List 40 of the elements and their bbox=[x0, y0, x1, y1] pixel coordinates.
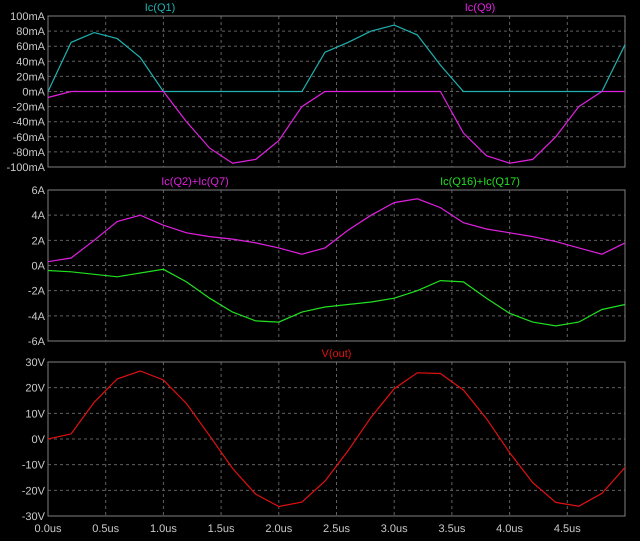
axis-tick-label: 60mA bbox=[16, 41, 45, 54]
axis-tick-label: -40mA bbox=[12, 116, 45, 129]
trace-label[interactable]: Ic(Q1) bbox=[144, 2, 176, 14]
axis-tick-label: 2.5us bbox=[323, 523, 350, 535]
axis-tick-label: -4A bbox=[28, 310, 45, 323]
trace-label[interactable]: Ic(Q16)+Ic(Q17) bbox=[440, 176, 520, 188]
axis-tick-label: -10V bbox=[22, 460, 45, 472]
axis-tick-label: 30V bbox=[25, 357, 45, 369]
axis-tick-label: 0.0us bbox=[34, 523, 62, 535]
axis-tick-label: -60mA bbox=[12, 132, 45, 144]
axis-tick-label: 20mA bbox=[16, 71, 45, 84]
axis-tick-label: 1.0us bbox=[150, 523, 177, 535]
axis-tick-label: 40mA bbox=[16, 56, 45, 68]
axis-tick-label: 3.0us bbox=[380, 523, 408, 535]
axis-tick-label: 6A bbox=[32, 185, 45, 197]
axis-tick-label: 0mA bbox=[22, 86, 45, 98]
axis-tick-label: 2.0us bbox=[265, 523, 292, 535]
axis-tick-label: 4.5us bbox=[554, 523, 581, 535]
axis-tick-label: 0A bbox=[32, 260, 45, 272]
trace-label[interactable]: Ic(Q2)+Ic(Q7) bbox=[161, 176, 229, 188]
axis-tick-label: -6A bbox=[28, 336, 45, 346]
axis-tick-label: 1.5us bbox=[208, 523, 235, 535]
axis-tick-label: -2A bbox=[28, 286, 45, 298]
trace-label[interactable]: Ic(Q9) bbox=[464, 2, 496, 14]
axis-tick-label: -20mA bbox=[12, 102, 45, 114]
axis-tick-label: -20V bbox=[22, 485, 45, 498]
axis-tick-label: -80mA bbox=[12, 146, 45, 159]
axis-tick-label: 0.5us bbox=[92, 523, 120, 535]
axis-tick-label: 0V bbox=[32, 434, 45, 446]
axis-tick-label: 20V bbox=[25, 382, 45, 395]
axis-tick-label: 4A bbox=[32, 210, 45, 222]
axis-tick-label: 10V bbox=[25, 408, 45, 420]
axis-tick-label: 80mA bbox=[16, 26, 45, 38]
axis-tick-label: -30V bbox=[22, 511, 45, 523]
axis-tick-label: 3.5us bbox=[438, 523, 466, 535]
axis-tick-label: 2A bbox=[32, 235, 45, 248]
trace-label[interactable]: V(out) bbox=[322, 348, 352, 360]
axis-tick-label: 4.0us bbox=[496, 523, 524, 535]
axis-tick-label: -100mA bbox=[6, 162, 45, 174]
axis-tick-label: 100mA bbox=[10, 11, 45, 23]
